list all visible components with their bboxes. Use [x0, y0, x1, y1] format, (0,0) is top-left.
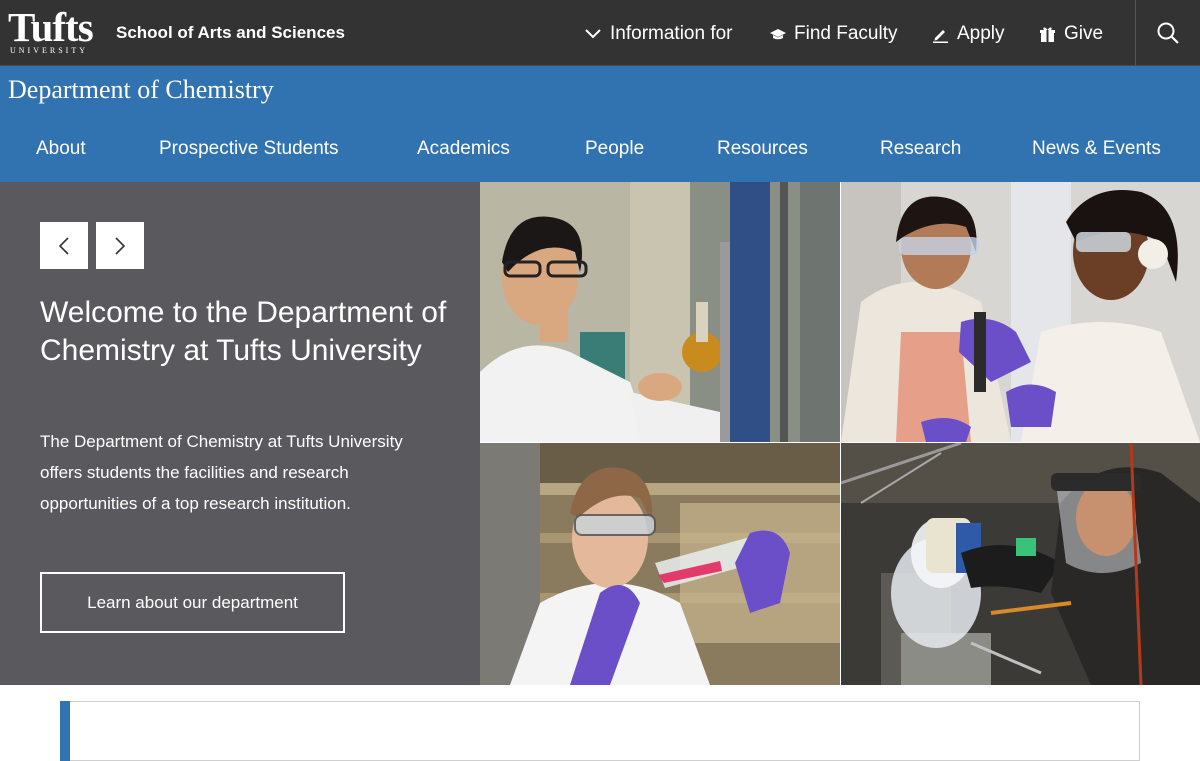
apply-label: Apply — [957, 23, 1005, 44]
find-faculty-label: Find Faculty — [794, 23, 898, 44]
carousel-next-button[interactable] — [96, 222, 144, 269]
search-button[interactable] — [1135, 0, 1200, 66]
apply-link[interactable]: Apply — [932, 21, 1005, 47]
department-header: Department of Chemistry — [0, 66, 1200, 182]
gift-icon — [1040, 27, 1055, 42]
photo-flask-inspection — [480, 443, 840, 685]
global-header: Tufts UNIVERSITY School of Arts and Scie… — [0, 0, 1200, 66]
hero-title: Welcome to the Department of Chemistry a… — [40, 296, 447, 367]
give-label: Give — [1064, 23, 1104, 44]
nav-about[interactable]: About — [36, 138, 86, 160]
give-link[interactable]: Give — [1039, 21, 1103, 47]
intro-card-accent — [60, 701, 70, 761]
photo-student-apparatus — [480, 182, 840, 442]
hero-description: The Department of Chemistry at Tufts Uni… — [40, 432, 403, 513]
school-name[interactable]: School of Arts and Sciences — [116, 23, 345, 43]
chevron-left-icon — [58, 236, 69, 255]
find-faculty-link[interactable]: Find Faculty — [770, 21, 897, 47]
intro-card — [60, 701, 1140, 761]
pencil-icon — [933, 29, 948, 43]
search-icon — [1157, 22, 1179, 44]
nav-prospective-students[interactable]: Prospective Students — [159, 138, 339, 160]
graduation-cap-icon — [770, 29, 786, 40]
nav-academics[interactable]: Academics — [417, 138, 510, 160]
tufts-logo[interactable]: Tufts UNIVERSITY — [8, 4, 100, 56]
department-title[interactable]: Department of Chemistry — [8, 75, 274, 105]
nav-news-events[interactable]: News & Events — [1032, 138, 1161, 160]
nav-research[interactable]: Research — [880, 138, 961, 160]
nav-resources[interactable]: Resources — [717, 138, 808, 160]
logo-wordmark: Tufts — [8, 4, 94, 50]
photo-women-pipetting — [841, 182, 1200, 442]
photo-liquid-nitrogen — [841, 443, 1200, 685]
nav-people[interactable]: People — [585, 138, 644, 160]
logo-subtext: UNIVERSITY — [10, 46, 88, 55]
hero-panel: Welcome to the Department of Chemistry a… — [0, 182, 480, 685]
information-for-label: Information for — [610, 23, 733, 44]
chevron-right-icon — [115, 236, 126, 255]
information-for-menu[interactable]: Information for — [584, 21, 733, 47]
learn-about-department-button[interactable]: Learn about our department — [40, 572, 345, 633]
chevron-down-icon — [585, 29, 601, 39]
carousel-prev-button[interactable] — [40, 222, 88, 269]
